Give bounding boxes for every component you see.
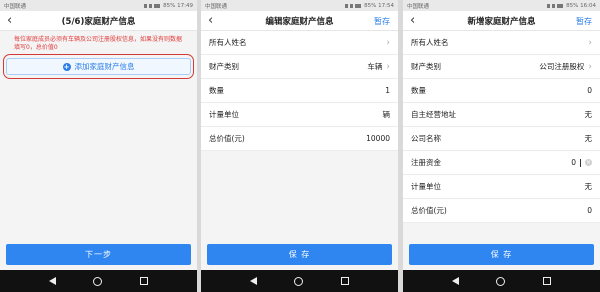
system-nav-bar [0, 270, 197, 292]
status-bar: 中国联通 85% 17:49 [0, 0, 197, 11]
screen-new-property: 中国联通 85% 16:04 ‹ 新增家庭财产信息 暂存 所有人姓名 › 财产类… [403, 0, 600, 292]
row-label: 所有人姓名 [411, 38, 449, 47]
row-value: 车辆 [367, 62, 383, 71]
back-triangle-icon[interactable] [48, 277, 56, 285]
row-label: 所有人姓名 [209, 38, 247, 47]
row-label: 总价值(元) [411, 206, 447, 215]
back-triangle-icon[interactable] [249, 277, 257, 285]
top-nav-bar: ‹ (5/6)家庭财产信息 [0, 11, 197, 31]
page-title: 新增家庭财产信息 [467, 16, 536, 27]
chevron-right-icon: › [588, 61, 592, 72]
top-nav-bar: ‹ 新增家庭财产信息 暂存 [403, 11, 600, 31]
row-label: 总价值(元) [209, 134, 245, 143]
form-row-company-name[interactable]: 公司名称 无 [403, 127, 600, 151]
add-family-property-button[interactable]: + 添加家庭财产信息 [6, 58, 191, 75]
form-row-category[interactable]: 财产类别 公司注册股权 › [403, 55, 600, 79]
top-nav-bar: ‹ 编辑家庭财产信息 暂存 [201, 11, 398, 31]
page-title: (5/6)家庭财产信息 [61, 16, 136, 27]
form-row-unit[interactable]: 计量单位 无 [403, 175, 600, 199]
home-circle-icon[interactable] [93, 276, 103, 286]
clear-icon[interactable]: × [585, 159, 592, 166]
save-button[interactable]: 保 存 [409, 244, 594, 265]
system-nav-bar [403, 270, 600, 292]
status-time: 85% 17:49 [163, 2, 193, 9]
carrier-label: 中国联通 [4, 3, 27, 10]
row-value[interactable]: 无 [585, 133, 593, 144]
screen-edit-property: 中国联通 85% 17:54 ‹ 编辑家庭财产信息 暂存 所有人姓名 › 财产类… [201, 0, 398, 292]
row-value[interactable]: 无 [585, 181, 593, 192]
row-value[interactable]: 辆 [383, 109, 391, 120]
save-draft-button[interactable]: 暂存 [374, 16, 390, 27]
form-row-quantity[interactable]: 数量 0 [403, 79, 600, 103]
plus-icon: + [62, 62, 71, 71]
row-label: 自主经营地址 [411, 110, 456, 119]
row-label: 计量单位 [411, 182, 441, 191]
chevron-right-icon: › [588, 37, 592, 48]
form-row-owner[interactable]: 所有人姓名 › [403, 31, 600, 55]
status-bar: 中国联通 85% 16:04 [403, 0, 600, 11]
form-row-total-value[interactable]: 总价值(元) 0 [403, 199, 600, 223]
notice-text: 每位家庭成员必须有车辆及公司注册股权信息，如果没有则数据填写0，总价值0 [14, 36, 183, 51]
status-time: 85% 16:04 [566, 2, 596, 9]
row-label: 数量 [411, 86, 426, 95]
row-label: 财产类别 [411, 62, 441, 71]
form-row-business-address[interactable]: 自主经营地址 无 [403, 103, 600, 127]
back-triangle-icon[interactable] [451, 277, 459, 285]
row-value[interactable]: 10000 [366, 134, 390, 143]
home-circle-icon[interactable] [294, 276, 304, 286]
carrier-label: 中国联通 [407, 3, 430, 10]
recent-apps-square-icon[interactable] [341, 277, 350, 285]
recent-apps-square-icon[interactable] [140, 277, 149, 285]
property-form: 所有人姓名 › 财产类别 车辆 › 数量 1 计量单位 辆 总价值(元) 1000… [201, 31, 398, 151]
chevron-left-icon[interactable]: ‹ [410, 13, 415, 29]
home-circle-icon[interactable] [496, 276, 506, 286]
row-label: 计量单位 [209, 110, 239, 119]
row-label: 数量 [209, 86, 224, 95]
row-value[interactable]: 1 [385, 86, 390, 95]
form-row-total-value[interactable]: 总价值(元) 10000 [201, 127, 398, 151]
row-value[interactable]: 0 [587, 86, 592, 95]
page-title: 编辑家庭财产信息 [265, 16, 334, 27]
status-time: 85% 17:54 [364, 2, 394, 9]
status-bar: 中国联通 85% 17:54 [201, 0, 398, 11]
save-draft-button[interactable]: 暂存 [576, 16, 592, 27]
signal-icon [345, 3, 362, 8]
screen-family-property: 中国联通 85% 17:49 ‹ (5/6)家庭财产信息 每位家庭成员必须有车辆… [0, 0, 197, 292]
text-cursor [580, 158, 581, 167]
chevron-right-icon: › [386, 61, 390, 72]
form-row-quantity[interactable]: 数量 1 [201, 79, 398, 103]
form-row-unit[interactable]: 计量单位 辆 [201, 103, 398, 127]
highlight-frame: + 添加家庭财产信息 [3, 54, 194, 79]
property-form: 所有人姓名 › 财产类别 公司注册股权 › 数量 0 自主经营地址 无 公司名称 … [403, 31, 600, 223]
form-row-registered-capital[interactable]: 注册资金 0 × [403, 151, 600, 175]
row-value[interactable]: 0 [587, 206, 592, 215]
row-value: 公司注册股权 [539, 62, 585, 71]
row-value[interactable]: 0 [571, 158, 576, 167]
save-button[interactable]: 保 存 [207, 244, 392, 265]
row-label: 公司名称 [411, 134, 441, 143]
carrier-label: 中国联通 [205, 3, 228, 10]
row-label: 财产类别 [209, 62, 239, 71]
row-value[interactable]: 无 [585, 109, 593, 120]
chevron-right-icon: › [386, 37, 390, 48]
next-step-button[interactable]: 下一步 [6, 244, 191, 265]
form-row-owner[interactable]: 所有人姓名 › [201, 31, 398, 55]
signal-icon [144, 3, 161, 8]
chevron-left-icon[interactable]: ‹ [208, 13, 213, 29]
signal-icon [547, 3, 564, 8]
form-row-category[interactable]: 财产类别 车辆 › [201, 55, 398, 79]
row-label: 注册资金 [411, 158, 441, 167]
chevron-left-icon[interactable]: ‹ [7, 13, 12, 29]
recent-apps-square-icon[interactable] [543, 277, 552, 285]
add-button-label: 添加家庭财产信息 [74, 62, 135, 71]
system-nav-bar [201, 270, 398, 292]
